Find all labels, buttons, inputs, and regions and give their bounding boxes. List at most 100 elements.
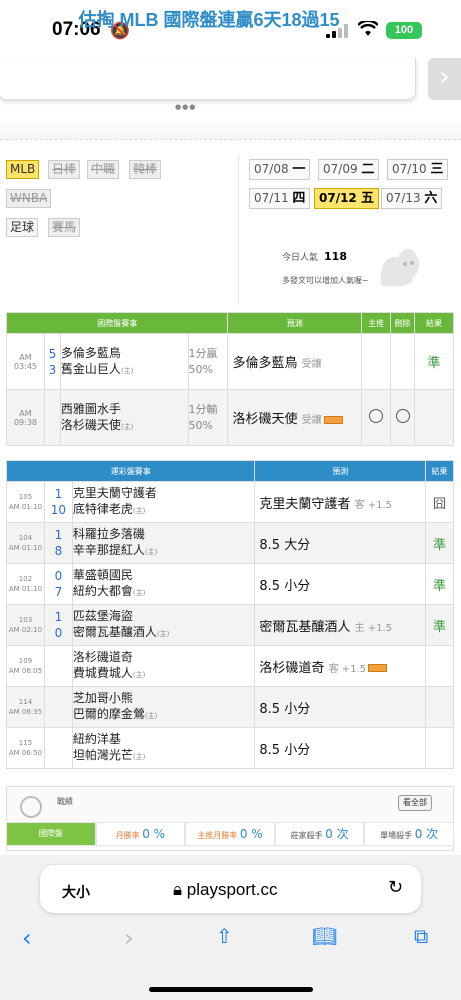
prediction-note: 客 +1.5 [354, 499, 393, 511]
team-away[interactable]: 科羅拉多落磯 [73, 526, 255, 542]
league-tab-horse[interactable]: 賽馬 [48, 218, 81, 237]
game-number: 105 [18, 493, 33, 501]
team-home[interactable]: 密爾瓦基釀酒人 [73, 625, 157, 639]
home-marker: (主) [144, 548, 158, 556]
date-label: 07/08 [254, 162, 289, 176]
table-header: 運彩盤賽事 預測 結果 [5, 460, 454, 482]
back-icon[interactable]: ‹ [22, 924, 32, 952]
prediction: 克里夫蘭守護者 [259, 496, 351, 512]
team-home[interactable]: 底特律老虎 [73, 502, 133, 516]
team-away[interactable]: 紐約洋基 [73, 731, 255, 747]
team-away[interactable]: 華盛頓國民 [73, 567, 255, 583]
stats-tab[interactable]: 單場殺手 0 次 [364, 822, 454, 846]
result [425, 686, 454, 728]
result [425, 645, 454, 687]
game-time: AM 06:35 [8, 708, 43, 716]
table-row: AM 03:45 53 多倫多藍鳥 舊金山巨人(主) 1分贏 50% 多倫多藍鳥 受… [6, 333, 454, 390]
stats-tab[interactable]: 國際盤 [6, 822, 96, 846]
date-tab-active[interactable]: 07/12 五 [314, 188, 379, 209]
team-away[interactable]: 匹茲堡海盜 [73, 608, 255, 624]
lock-icon: 🔒︎ [173, 880, 183, 899]
league-tab-mlb[interactable]: MLB [6, 160, 40, 179]
team-home[interactable]: 辛辛那提紅人 [73, 543, 145, 557]
team-home[interactable]: 洛杉磯天使 [61, 418, 121, 432]
date-label: 07/10 [392, 162, 427, 176]
carousel-dots: ●●● [175, 103, 197, 111]
home-marker: (主) [132, 753, 146, 761]
home-indicator [149, 987, 313, 992]
popularity-value: 118 [324, 250, 347, 263]
date-day: 五 [360, 191, 374, 206]
team-home[interactable]: 巴爾的摩金鶯 [73, 707, 145, 721]
share-icon[interactable]: ⇧ [216, 924, 233, 948]
team-home[interactable]: 費城費城人 [73, 666, 133, 680]
prediction: 8.5 小分 [259, 578, 311, 594]
url-value: playsport.cc [186, 880, 278, 899]
score: 7 [54, 585, 63, 599]
odds-pct: 50% [188, 362, 213, 376]
stats-tab-value: 0 次 [414, 827, 439, 841]
league-tab-soccer[interactable]: 足球 [6, 218, 39, 237]
stats-tab-label: 月勝率 [115, 831, 140, 840]
score: 5 [48, 346, 57, 361]
home-marker: (主) [132, 507, 146, 515]
stats-tab[interactable]: 月勝率 0 % [95, 822, 186, 846]
date-tab[interactable]: 07/08 一 [249, 159, 311, 180]
result [414, 389, 454, 446]
team-away[interactable]: 西雅圖水手 [61, 401, 188, 417]
delete-radio[interactable] [395, 409, 410, 423]
team-home[interactable]: 紐約大都會 [73, 584, 133, 598]
team-home[interactable]: 坦帕灣光芒 [73, 748, 133, 762]
game-time: AM 03:45 [6, 333, 45, 390]
game-time: AM 02:10 [8, 626, 43, 634]
stats-tab-label: 莊家殺手 [290, 831, 323, 840]
league-tab-kbo[interactable]: 韓棒 [129, 160, 162, 179]
game-time: AM 06:05 [8, 667, 43, 675]
team-away[interactable]: 克里夫蘭守護者 [73, 485, 255, 501]
text-size-button[interactable]: 大小 [62, 882, 90, 902]
home-marker: (主) [120, 366, 134, 375]
banner-next-button[interactable]: › [428, 58, 461, 100]
game-number: 104 [18, 534, 33, 542]
game-number: 115 [18, 739, 33, 747]
prediction: 8.5 小分 [259, 742, 311, 758]
date-tab[interactable]: 07/09 二 [318, 159, 380, 180]
team-away[interactable]: 多倫多藍鳥 [61, 345, 188, 361]
date-day: 二 [361, 162, 375, 177]
result: 準 [425, 522, 454, 564]
stats-tabs: 國際盤 月勝率 0 % 主推月勝率 0 % 莊家殺手 0 次 單場殺手 0 次 [6, 822, 454, 846]
date-tab[interactable]: 07/11 四 [249, 188, 311, 209]
table-row: 104 AM 01:10 1 8 科羅拉多落磯 辛辛那提紅人(主) 8.5 大分 準 [6, 522, 454, 564]
table-row: 102 AM 01:10 0 7 華盛頓國民 紐約大都會(主) 8.5 小分 準 [6, 563, 454, 605]
stats-tab[interactable]: 莊家殺手 0 次 [274, 822, 365, 846]
team-away[interactable]: 洛杉磯道奇 [73, 649, 255, 665]
table-header: 國際盤賽事 預測 主推 刪除 結果 [5, 312, 454, 334]
prediction: 洛杉磯道奇 [259, 660, 325, 676]
league-tab-wnba[interactable]: WNBA [6, 189, 52, 208]
date-tab[interactable]: 07/10 三 [387, 159, 449, 180]
league-tab-npb[interactable]: 日棒 [48, 160, 81, 179]
team-away[interactable]: 芝加哥小熊 [73, 690, 255, 706]
popularity-note: 多發文可以增加人氣喔~ [282, 276, 369, 285]
result [425, 727, 454, 769]
table-row: 115 AM 06:50 紐約洋基 坦帕灣光芒(主) 8.5 小分 [6, 727, 454, 769]
game-time: AM 01:10 [8, 544, 43, 552]
col-header: 預測 [254, 460, 426, 482]
tabs-icon[interactable]: ⧉ [414, 924, 428, 948]
stats-tab-label: 國際盤 [38, 829, 63, 838]
view-all-button[interactable]: 看全部 [398, 795, 432, 811]
league-tab-cpbl[interactable]: 中職 [87, 160, 120, 179]
feature-radio[interactable] [369, 409, 384, 423]
home-marker: (主) [156, 630, 170, 638]
team-home[interactable]: 舊金山巨人 [61, 362, 121, 376]
date-tab[interactable]: 07/13 六 [381, 188, 443, 209]
forward-icon[interactable]: › [124, 924, 134, 952]
table-row: 103 AM 02:10 10 匹茲堡海盜 密爾瓦基釀酒人(主) 密爾瓦基釀酒人 主… [6, 604, 454, 646]
url-text[interactable]: 🔒︎ playsport.cc [173, 880, 277, 900]
bookmarks-icon[interactable]: 📖︎ [312, 924, 337, 948]
banner-title[interactable]: 估掏 MLB 國際盤連贏6天18過15 [0, 6, 418, 32]
prediction-note: 客 +1.5 [328, 663, 367, 675]
reload-icon[interactable]: ↻ [388, 877, 403, 898]
stats-tab[interactable]: 主推月勝率 0 % [185, 822, 275, 846]
promo-banner[interactable] [0, 58, 416, 100]
